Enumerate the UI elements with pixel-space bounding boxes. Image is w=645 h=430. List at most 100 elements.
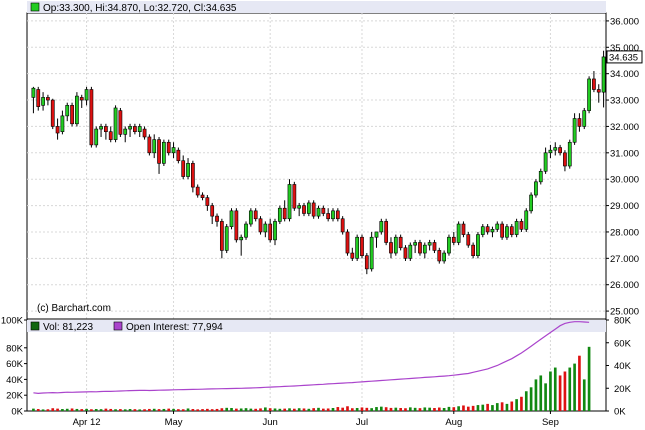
- candle: [514, 218, 519, 238]
- candle-body: [398, 236, 403, 249]
- candle: [456, 221, 461, 246]
- candle-body: [524, 210, 529, 230]
- candle-body: [282, 207, 287, 220]
- volume-bar: [587, 346, 591, 411]
- candle-body: [355, 236, 360, 259]
- candle-body: [128, 126, 132, 130]
- candle-body: [215, 215, 219, 222]
- candle-body: [94, 128, 99, 146]
- volume-bar: [128, 409, 132, 411]
- candle-body: [263, 223, 268, 233]
- price-tick-label: 31.000: [610, 148, 639, 159]
- volume-bar: [370, 408, 373, 411]
- price-chart: 25.00026.00027.00028.00029.00030.00031.0…: [0, 0, 645, 430]
- candle-body: [326, 213, 331, 220]
- volume-bar: [558, 375, 562, 411]
- candle-body: [345, 231, 350, 254]
- candle: [234, 208, 239, 243]
- volume-bar: [99, 409, 103, 411]
- volume-bar: [360, 407, 364, 411]
- candle: [147, 134, 152, 156]
- candle: [379, 218, 384, 235]
- volume-bar: [148, 408, 151, 411]
- candle: [176, 147, 181, 164]
- volume-bar: [278, 408, 282, 411]
- volume-bar: [495, 403, 499, 411]
- candle-body: [601, 56, 606, 93]
- candle-body: [567, 141, 572, 167]
- volume-bar: [259, 408, 262, 411]
- candle: [529, 192, 533, 214]
- candle-body: [108, 131, 113, 140]
- volume-bar: [534, 379, 538, 411]
- volume-bar: [404, 408, 407, 411]
- candle-body: [229, 210, 234, 227]
- volume-bar: [307, 408, 311, 411]
- candle-body: [548, 149, 553, 154]
- volume-bar: [220, 408, 224, 411]
- candle-body: [403, 247, 408, 259]
- candle: [384, 218, 389, 246]
- candle-body: [268, 223, 273, 241]
- volume-bar: [283, 408, 287, 411]
- volume-legend-label: Vol: 81,223: [43, 322, 93, 333]
- price-tick-label: 33.000: [610, 96, 639, 107]
- volume-bar: [273, 408, 277, 411]
- volume-bar: [510, 401, 514, 411]
- candle: [287, 179, 292, 222]
- candle-body: [210, 205, 215, 217]
- volume-bar: [544, 383, 547, 411]
- volume-bar: [41, 409, 45, 411]
- volume-bar: [104, 408, 108, 411]
- candle-body: [118, 110, 123, 135]
- volume-bar: [225, 407, 229, 411]
- candle-body: [335, 210, 340, 220]
- candle: [277, 205, 282, 225]
- volume-bar: [471, 405, 475, 411]
- volume-bar: [75, 408, 79, 411]
- candle-body: [99, 126, 103, 130]
- candle-body: [186, 163, 190, 177]
- last-price-marker: 34.635: [606, 50, 643, 64]
- volume-bar: [162, 408, 166, 411]
- candle: [70, 102, 74, 127]
- volume-bar: [346, 406, 349, 411]
- candle: [311, 200, 316, 219]
- candle-body: [147, 136, 152, 154]
- candle-body: [104, 126, 108, 133]
- volume-bar: [51, 408, 55, 411]
- candle-body: [200, 194, 205, 198]
- candle-body: [364, 255, 369, 270]
- volume-bar: [563, 371, 567, 411]
- volume-bar: [568, 367, 572, 411]
- candle: [471, 242, 475, 259]
- candle-body: [442, 252, 447, 262]
- volume-bar: [582, 379, 586, 411]
- candle-body: [65, 105, 70, 117]
- price-tick-label: 30.000: [610, 175, 639, 186]
- candle-body: [273, 221, 277, 241]
- candle-body: [408, 244, 413, 259]
- volume-bar: [297, 408, 301, 411]
- volume-bar: [505, 403, 509, 411]
- candle: [162, 139, 166, 166]
- price-plot-area: [26, 12, 607, 320]
- candle-body: [577, 118, 582, 127]
- candle-body: [258, 218, 263, 233]
- volume-bar: [201, 409, 204, 411]
- candle-body: [137, 126, 142, 133]
- candle: [306, 200, 311, 217]
- price-tick-label: 27.000: [610, 254, 639, 265]
- candle: [113, 105, 118, 143]
- volume-bar: [350, 408, 354, 411]
- candle-body: [471, 244, 475, 256]
- candle-body: [592, 78, 596, 90]
- volume-bar: [399, 407, 402, 411]
- price-tick-label: 29.000: [610, 201, 639, 212]
- volume-bar: [331, 407, 335, 411]
- candle: [244, 221, 248, 240]
- volume-bar: [249, 408, 253, 411]
- volume-bar: [520, 396, 523, 411]
- candle-body: [60, 115, 65, 133]
- oi-tick-label: 60K: [614, 338, 632, 349]
